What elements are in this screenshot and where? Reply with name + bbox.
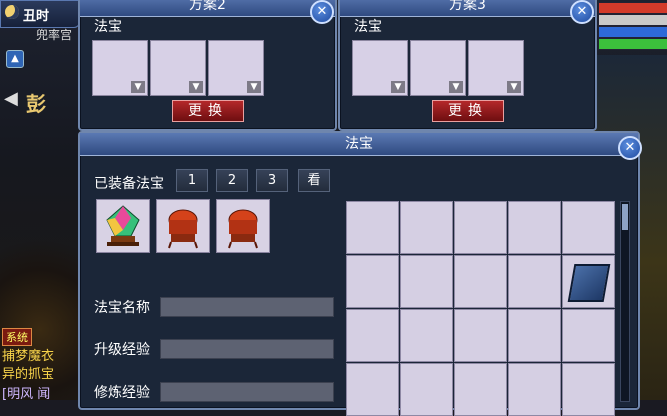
chat-line: [明风 闻 [2, 387, 51, 402]
window-title: 法宝 [80, 133, 638, 156]
inventory-cell[interactable] [508, 363, 561, 416]
inventory-cell[interactable] [400, 255, 453, 308]
left-arrow-icon[interactable]: ◀ [4, 88, 18, 109]
inventory-grid [346, 201, 618, 416]
upgrade-exp-field [160, 339, 334, 359]
slot-arrow-icon: ▼ [189, 81, 203, 93]
slot-arrow-icon: ▼ [247, 81, 261, 93]
close-icon[interactable]: ✕ [570, 0, 594, 24]
mp-bar [598, 26, 667, 38]
inventory-cell[interactable] [508, 255, 561, 308]
swap-button[interactable]: 更换 [172, 100, 244, 122]
section-label: 法宝 [354, 19, 382, 35]
inventory-cell[interactable] [346, 201, 399, 254]
time-indicator: 丑时 [0, 0, 80, 28]
inventory-cell[interactable] [454, 255, 507, 308]
treasure-slot[interactable]: ▼ [352, 40, 408, 96]
system-tag: 系统 [2, 328, 32, 346]
collapse-arrow-icon[interactable]: ▲ [6, 50, 24, 68]
tab-2[interactable]: 2 [216, 169, 248, 192]
inventory-cell[interactable] [346, 363, 399, 416]
treasure-slot[interactable]: ▼ [92, 40, 148, 96]
equipped-slot[interactable] [156, 199, 210, 253]
cultivation-exp-field [160, 382, 334, 402]
equipped-label: 已装备法宝 [94, 176, 164, 192]
chat-line: 捕梦魔衣 [2, 349, 55, 364]
inventory-cell[interactable] [454, 309, 507, 362]
time-label: 丑时 [23, 9, 50, 24]
field-label: 法宝名称 [94, 300, 150, 316]
window-title: 方案3 [340, 0, 595, 17]
inventory-cell[interactable] [400, 201, 453, 254]
inventory-cell[interactable] [346, 255, 399, 308]
inventory-cell[interactable] [400, 309, 453, 362]
inventory-cell[interactable] [562, 309, 615, 362]
moon-icon [5, 5, 19, 19]
sp-bar [598, 38, 667, 50]
scroll-thumb[interactable] [622, 204, 628, 230]
scheme-window-3: 方案3 法宝 ▼ ▼ ▼ 更换 [338, 0, 597, 131]
drum-treasure-icon [168, 209, 198, 249]
gem-treasure-icon [106, 205, 140, 246]
slot-arrow-icon: ▼ [131, 81, 145, 93]
blue-book-icon [567, 264, 611, 302]
inventory-cell[interactable] [346, 309, 399, 362]
npc-name-char: 彭 [26, 92, 46, 116]
inventory-cell[interactable] [400, 363, 453, 416]
slot-arrow-icon: ▼ [507, 81, 521, 93]
inventory-cell[interactable] [562, 363, 615, 416]
swap-button[interactable]: 更换 [432, 100, 504, 122]
tab-3[interactable]: 3 [256, 169, 288, 192]
field-label: 升级经验 [94, 342, 150, 358]
inventory-scrollbar[interactable] [620, 201, 630, 402]
equipped-slot[interactable] [96, 199, 150, 253]
window-title: 方案2 [80, 0, 335, 17]
view-button[interactable]: 看 [298, 169, 330, 192]
location-label: 兜率宫 [36, 28, 73, 42]
mp-bar-bg [598, 14, 667, 26]
slot-arrow-icon: ▼ [391, 81, 405, 93]
treasure-slot[interactable]: ▼ [410, 40, 466, 96]
section-label: 法宝 [94, 19, 122, 35]
treasure-slot[interactable]: ▼ [150, 40, 206, 96]
inventory-cell[interactable] [508, 201, 561, 254]
chat-line: 异的抓宝 [2, 367, 55, 382]
close-icon[interactable]: ✕ [310, 0, 334, 24]
status-bars [598, 0, 667, 52]
drum-treasure-icon [228, 209, 258, 249]
treasure-name-field [160, 297, 334, 317]
scheme-window-2: 方案2 法宝 ▼ ▼ ▼ 更换 [78, 0, 337, 131]
equipped-slot[interactable] [216, 199, 270, 253]
inventory-cell[interactable] [562, 201, 615, 254]
inventory-cell[interactable] [454, 201, 507, 254]
chat-panel: 系统 捕梦魔衣 异的抓宝 [明风 闻 [0, 325, 60, 402]
tab-1[interactable]: 1 [176, 169, 208, 192]
field-label: 修炼经验 [94, 385, 150, 401]
treasure-slot[interactable]: ▼ [208, 40, 264, 96]
inventory-cell[interactable] [454, 363, 507, 416]
close-icon[interactable]: ✕ [618, 136, 642, 160]
treasure-slot[interactable]: ▼ [468, 40, 524, 96]
hp-bar [598, 2, 667, 14]
slot-arrow-icon: ▼ [449, 81, 463, 93]
inventory-cell[interactable] [508, 309, 561, 362]
inventory-cell[interactable] [562, 255, 615, 308]
